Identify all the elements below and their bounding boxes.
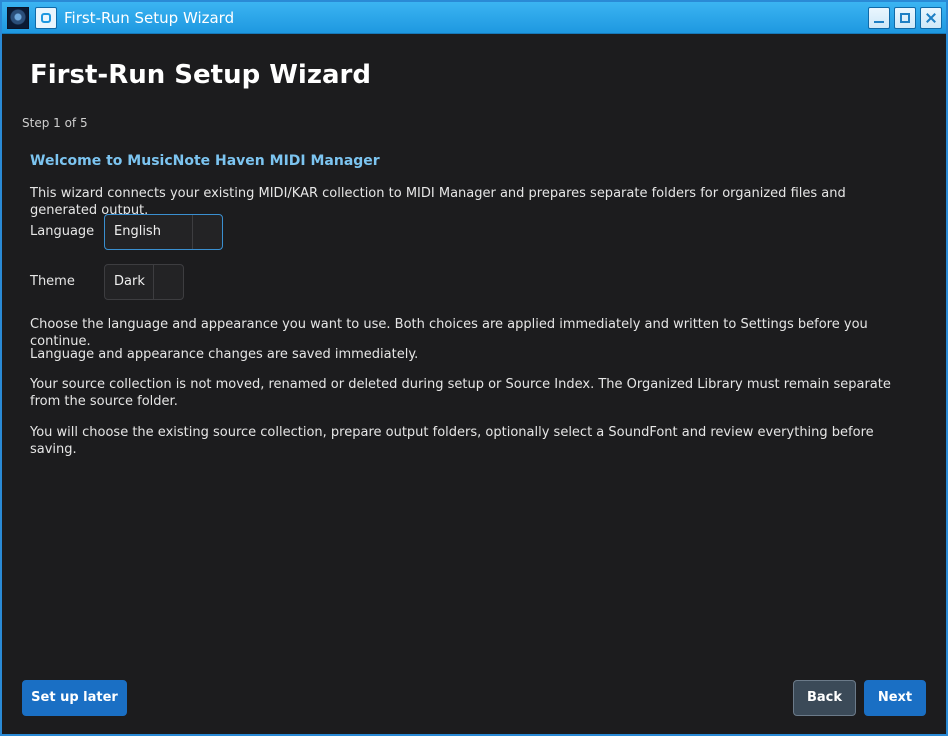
language-select[interactable]: English [104,214,223,250]
source-safety-text: Your source collection is not moved, ren… [30,377,891,409]
app-logo-icon[interactable] [7,7,29,29]
theme-dropdown-icon[interactable] [153,265,183,299]
step-indicator: Step 1 of 5 [22,116,88,130]
keep-above-icon[interactable] [35,7,57,29]
theme-select[interactable]: Dark [104,264,184,300]
minimize-icon[interactable] [868,7,890,29]
close-icon[interactable] [920,7,942,29]
welcome-heading: Welcome to MusicNote Haven MIDI Manager [30,153,380,169]
title-bar[interactable]: First-Run Setup Wizard [2,2,946,34]
language-dropdown-icon[interactable] [192,215,222,249]
window-title: First-Run Setup Wizard [64,9,235,27]
wizard-window: First-Run Setup Wizard First-Run Setup W… [0,0,948,736]
language-label: Language [30,224,95,239]
back-button[interactable]: Back [793,680,856,716]
appearance-info-text: Choose the language and appearance you w… [30,317,868,349]
next-steps-text: You will choose the existing source coll… [30,425,874,457]
set-up-later-button[interactable]: Set up later [22,680,127,716]
next-button[interactable]: Next [864,680,926,716]
theme-label: Theme [30,274,75,289]
page-title: First-Run Setup Wizard [30,60,371,90]
saved-info-text: Language and appearance changes are save… [30,347,419,362]
language-value: English [114,224,161,239]
theme-value: Dark [114,274,145,289]
maximize-icon[interactable] [894,7,916,29]
